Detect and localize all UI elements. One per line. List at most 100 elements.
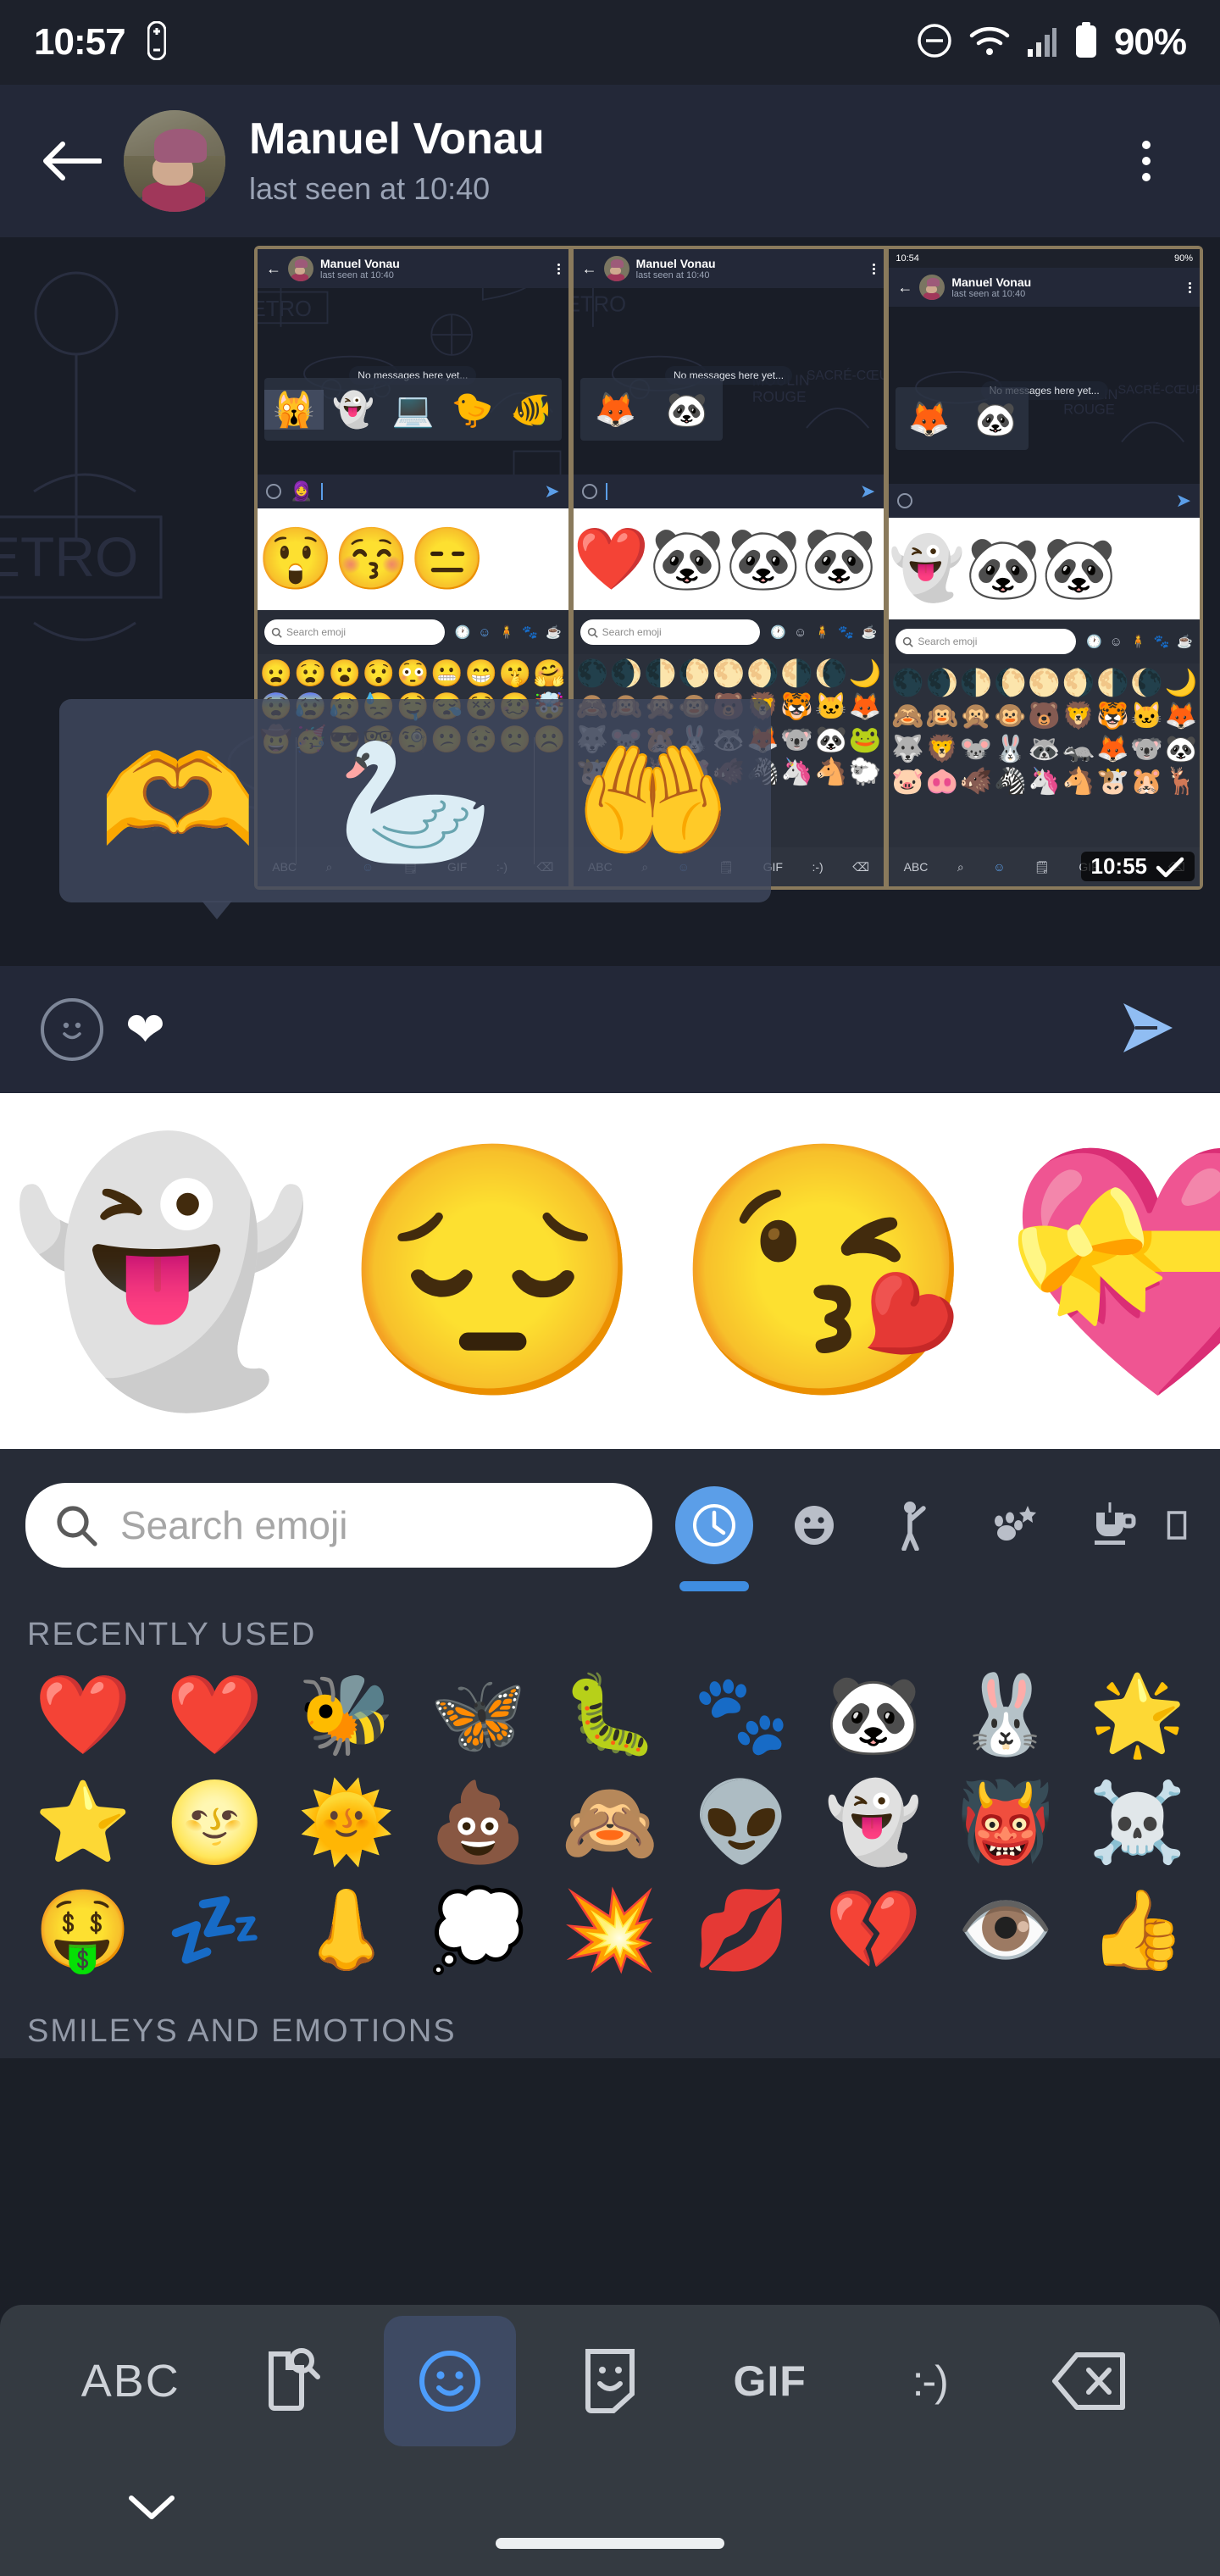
tab-animals-nature[interactable] <box>964 1474 1064 1576</box>
emoji-cell[interactable]: 💤 <box>149 1877 281 1985</box>
emoji-key[interactable] <box>370 2316 530 2446</box>
emoji-cell[interactable]: 🌝 <box>149 1769 281 1877</box>
sticker-suggestion-1[interactable]: 🦢 <box>296 737 533 864</box>
emoji-cell[interactable]: 🐝 <box>280 1662 413 1769</box>
shot2-text-caret <box>605 483 607 500</box>
search-input[interactable]: Search emoji <box>25 1483 652 1568</box>
last-seen-status: last seen at 10:40 <box>249 170 491 206</box>
shot1-subtitle: last seen at 10:40 <box>320 270 394 281</box>
emoji-cell[interactable]: 💥 <box>544 1877 676 1985</box>
shot3-sticker-suggestions: 🦊 🐼 <box>896 387 1029 450</box>
emoji-cell[interactable]: 💔 <box>807 1877 940 1985</box>
emoji-cell[interactable]: 🤑 <box>17 1877 149 1985</box>
emoji-cell[interactable]: 🦋 <box>413 1662 545 1769</box>
message-input[interactable]: ❤ <box>125 1006 165 1053</box>
emoji-cell[interactable]: 🙈 <box>544 1769 676 1877</box>
search-placeholder: Search emoji <box>120 1503 348 1547</box>
emoji-cell[interactable]: ❤️ <box>17 1662 149 1769</box>
shot1-category-tabs: 🕐 ☺ 🧍 🐾 ☕ <box>454 625 562 641</box>
sticker-suggestion-0[interactable]: 🫶 <box>59 737 296 864</box>
emoji-cell[interactable]: 🌞 <box>280 1769 413 1877</box>
emoji-cell[interactable]: 👻 <box>807 1769 940 1877</box>
overflow-menu-icon[interactable] <box>1108 141 1184 181</box>
emoji-cell[interactable]: 🌟 <box>1072 1662 1204 1769</box>
shot2-sticker-suggestions: 🦊 🐼 <box>580 378 723 441</box>
kitchen-emoji-2[interactable]: 😘 <box>671 1148 977 1394</box>
kitchen-emoji-1[interactable]: 😔 <box>340 1148 646 1394</box>
shot3-status-time: 10:54 <box>896 253 919 264</box>
gif-key[interactable]: GIF <box>690 2357 850 2406</box>
sticker-suggestion-popup[interactable]: 🫶 🦢 🤲 <box>59 699 771 902</box>
smiley-icon[interactable] <box>41 998 103 1061</box>
shot3-search-field: Search emoji <box>896 629 1076 654</box>
shot2-sticker-1: 🐼 <box>665 391 708 429</box>
shot1-back-arrow-icon: ← <box>266 260 281 277</box>
emoji-cell[interactable]: 💭 <box>413 1877 545 1985</box>
chat-header: Manuel Vonau last seen at 10:40 <box>0 85 1220 237</box>
svg-text:SACRÉ-CŒUR: SACRÉ-CŒUR <box>1118 383 1200 397</box>
chevron-down-icon <box>129 2496 175 2519</box>
shot3-emoji-preview: 👻 🐼 🐼 <box>889 518 1201 619</box>
shot3-category-tabs: 🕐 ☺ 🧍 🐾 ☕ <box>1085 634 1194 650</box>
emoji-cell[interactable]: ❤️ <box>149 1662 281 1769</box>
emoji-cell[interactable]: 👍 <box>1072 1877 1204 1985</box>
emoji-cell[interactable]: 🐾 <box>676 1662 808 1769</box>
message-input-bar: ❤ <box>0 966 1220 1093</box>
emoticon-key[interactable]: :-) <box>850 2357 1010 2406</box>
sticker-search-key[interactable] <box>211 2347 371 2415</box>
sticker-key[interactable] <box>530 2346 690 2416</box>
shot3-sticker-1: 🐼 <box>974 400 1018 438</box>
emoji-cell[interactable]: 🐛 <box>544 1662 676 1769</box>
shot2-category-tabs: 🕐 ☺ 🧍 🐾 ☕ <box>770 625 878 641</box>
shot3-overflow-menu-icon <box>1189 281 1192 293</box>
emoji-cell[interactable]: 👁️ <box>940 1877 1072 1985</box>
home-indicator[interactable] <box>496 2538 724 2549</box>
back-button[interactable] <box>36 138 108 184</box>
emoji-cell[interactable]: 🐰 <box>940 1662 1072 1769</box>
backspace-key[interactable] <box>1009 2350 1169 2412</box>
emoji-cell[interactable]: 👹 <box>940 1769 1072 1877</box>
shot2-input-bar: ➤ <box>573 475 884 508</box>
kitchen-emoji-3[interactable]: 💝 <box>1002 1148 1220 1394</box>
shot2-back-arrow-icon: ← <box>581 260 597 277</box>
shot2-smiley-icon <box>581 484 597 499</box>
emoji-cell[interactable]: 🐼 <box>807 1662 940 1769</box>
tab-people[interactable] <box>864 1474 964 1576</box>
shot2-preview-2: 🐼 <box>724 525 801 593</box>
navigation-bar <box>0 2457 1220 2576</box>
emoji-cell[interactable]: ☠️ <box>1072 1769 1204 1877</box>
emoji-row: ❤️ ❤️ 🐝 🦋 🐛 🐾 🐼 🐰 🌟 <box>17 1662 1203 1769</box>
shot1-preview-1: 😚 <box>333 525 410 593</box>
chat-body: ETRO PARIS ← <box>0 237 1220 966</box>
tab-smileys[interactable] <box>764 1474 864 1576</box>
emoji-cell[interactable]: 💩 <box>413 1769 545 1877</box>
keyboard-toolbar: ABC GIF :-) <box>0 2305 1220 2457</box>
abc-key[interactable]: ABC <box>51 2355 211 2407</box>
shot2-overflow-menu-icon <box>873 263 876 275</box>
tab-travel[interactable] <box>1164 1474 1190 1576</box>
shot1-header: ← Manuel Vonau last seen at 10:40 <box>258 249 568 288</box>
shot1-search-field: Search emoji <box>264 619 445 645</box>
kitchen-emoji-0[interactable]: 👻 <box>8 1148 314 1394</box>
shot2-emoji-preview: ❤️ 🐼 🐼 🐼 <box>573 508 884 610</box>
tab-recently-used[interactable] <box>664 1474 764 1591</box>
sticker-suggestion-2[interactable]: 🤲 <box>533 737 771 864</box>
avatar[interactable] <box>124 110 225 212</box>
send-button[interactable] <box>1118 1000 1179 1060</box>
partial-icon <box>1167 1511 1187 1540</box>
emoji-cell[interactable]: 👃 <box>280 1877 413 1985</box>
shot3-chat-area: PARISMOULINROUGESACRÉ-CŒUR No messages h… <box>889 307 1201 484</box>
emoji-cell[interactable]: ⭐ <box>17 1769 149 1877</box>
shot3-abc-label: ABC <box>903 860 929 874</box>
shot2-header: ← Manuel Vonau last seen at 10:40 <box>573 249 884 288</box>
shot2-preview-0: ❤️ <box>573 525 650 593</box>
emoji-kitchen-preview-strip[interactable]: 👻 😔 😘 💝 <box>0 1093 1220 1449</box>
shot3-smiley-icon <box>897 493 913 508</box>
emoji-cell[interactable]: 👽 <box>676 1769 808 1877</box>
status-bar-left: 10:57 <box>34 20 167 64</box>
tab-food-drink[interactable] <box>1064 1474 1164 1576</box>
emoji-cell[interactable]: 💋 <box>676 1877 808 1985</box>
chat-title-block[interactable]: Manuel Vonau last seen at 10:40 <box>249 115 545 206</box>
hide-keyboard-button[interactable] <box>127 2493 176 2526</box>
category-tabs <box>664 1474 1195 1591</box>
